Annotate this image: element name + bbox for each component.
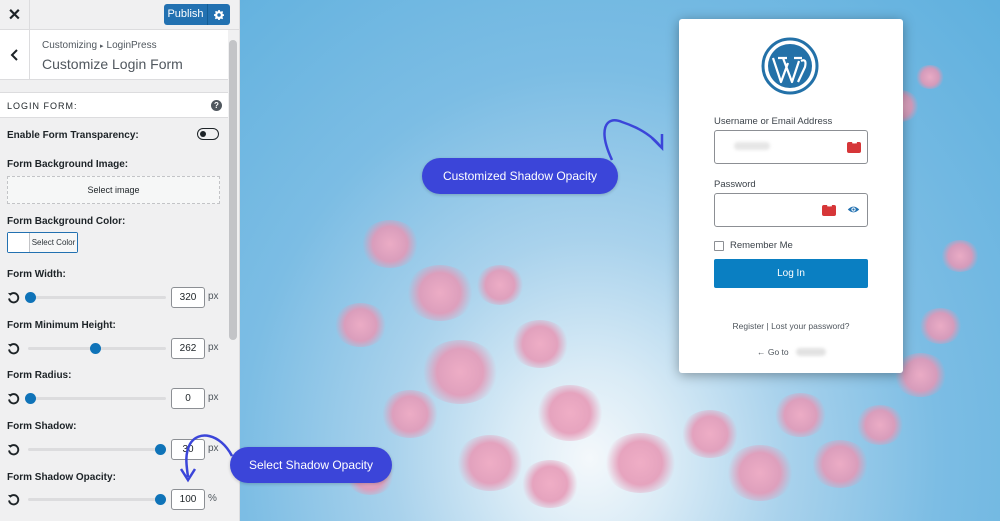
slider-track[interactable] [24,292,166,303]
reset-icon[interactable] [7,291,20,304]
section-title: LOGIN FORM: [7,101,78,111]
wordpress-logo-icon [761,37,819,95]
blurred-site-name [796,348,826,356]
select-shadow-opacity-callout: Select Shadow Opacity [230,447,392,483]
blossom-cluster [810,440,870,488]
show-password-eye-icon[interactable] [847,203,860,216]
slider-label: Form Width: [7,269,66,280]
breadcrumb-parent: Customizing [42,40,98,51]
sidebar-scrollbar[interactable] [229,40,237,340]
blossom-cluster [332,302,388,347]
slider-thumb[interactable] [89,343,101,354]
select-color-button[interactable]: Select Color [7,232,78,253]
slider-track[interactable] [28,444,166,455]
slider-label: Form Shadow: [7,421,77,432]
blossom-cluster [535,385,605,441]
panel-title: Customize Login Form [42,56,183,72]
slider-value-input[interactable]: 100 [171,489,205,510]
customized-shadow-opacity-callout: Customized Shadow Opacity [422,158,618,194]
blossom-cluster [772,392,828,437]
blurred-username [734,142,770,150]
customizer-topbar: ✕ Publish [0,0,239,30]
password-manager-icon[interactable] [822,203,836,216]
blossom-cluster [520,460,580,508]
slider-value-input[interactable]: 262 [171,338,205,359]
slider-label: Form Minimum Height: [7,320,116,331]
password-input[interactable] [714,193,868,227]
section-header: LOGIN FORM: ? [0,92,228,118]
slider-value-input[interactable]: 320 [171,287,205,308]
close-icon: ✕ [7,6,22,24]
blossom-cluster [917,307,963,344]
password-manager-icon[interactable] [847,140,861,153]
username-label: Username or Email Address [714,116,833,127]
blossom-cluster [510,320,570,368]
chevron-left-icon [10,49,18,61]
slider-label: Form Radius: [7,370,72,381]
slider-unit: px [208,342,219,353]
transparency-label: Enable Form Transparency: [7,130,139,141]
bg-image-label: Form Background Image: [7,159,129,170]
panel-header: Customizing ▸ LoginPress Customize Login F… [0,30,228,80]
select-color-label: Select Color [30,233,77,252]
publish-label: Publish [164,4,208,25]
blossom-cluster [680,410,740,458]
toggle-knob [200,130,206,137]
reset-icon[interactable] [7,392,20,405]
slider-unit: px [208,291,219,302]
slider-label: Form Shadow Opacity: [7,472,116,483]
reset-icon[interactable] [7,443,20,456]
gear-icon[interactable] [208,9,230,20]
slider-track[interactable] [24,393,166,404]
back-button[interactable] [0,30,30,80]
breadcrumb-child: LoginPress [106,40,157,51]
blossom-cluster [475,265,525,305]
slider-track[interactable] [28,494,166,505]
remember-me-checkbox[interactable] [714,241,724,251]
remember-me-label: Remember Me [730,240,793,251]
reset-icon[interactable] [7,493,20,506]
close-customizer-button[interactable]: ✕ [0,0,30,29]
customizer-sidebar: ✕ Publish Customizing ▸ LoginPress Customi… [0,0,240,521]
help-icon[interactable]: ? [211,100,222,111]
breadcrumb-separator-icon: ▸ [100,43,104,50]
slider-unit: % [208,493,217,504]
slider-track[interactable] [28,343,166,354]
slider-value-input[interactable]: 0 [171,388,205,409]
color-swatch [8,233,30,252]
slider-thumb[interactable] [154,444,166,455]
bg-color-label: Form Background Color: [7,216,126,227]
reset-icon[interactable] [7,342,20,355]
blossom-cluster [405,265,475,321]
select-image-button[interactable]: Select image [7,176,220,204]
transparency-toggle[interactable] [197,128,219,140]
blossom-cluster [725,445,795,501]
password-label: Password [714,179,756,190]
slider-thumb[interactable] [154,494,166,505]
go-to-site-link[interactable]: ← Go to [757,347,789,357]
blossom-cluster [855,405,905,445]
blossom-cluster [455,435,525,491]
blossom-cluster [940,240,980,272]
publish-button[interactable]: Publish [164,4,230,25]
login-form: Username or Email Address Password Remem… [679,19,903,373]
blossom-cluster [360,220,420,268]
breadcrumb: Customizing ▸ LoginPress [42,40,157,51]
blossom-cluster [420,340,500,404]
blossom-cluster [602,432,678,493]
slider-value-input[interactable]: 30 [171,439,205,460]
register-lost-password-links[interactable]: Register | Lost your password? [679,321,903,331]
blossom-cluster [380,390,440,438]
blossom-cluster [915,65,945,89]
slider-thumb[interactable] [24,292,36,303]
slider-thumb[interactable] [24,393,36,404]
slider-unit: px [208,443,219,454]
log-in-button[interactable]: Log In [714,259,868,288]
slider-unit: px [208,392,219,403]
